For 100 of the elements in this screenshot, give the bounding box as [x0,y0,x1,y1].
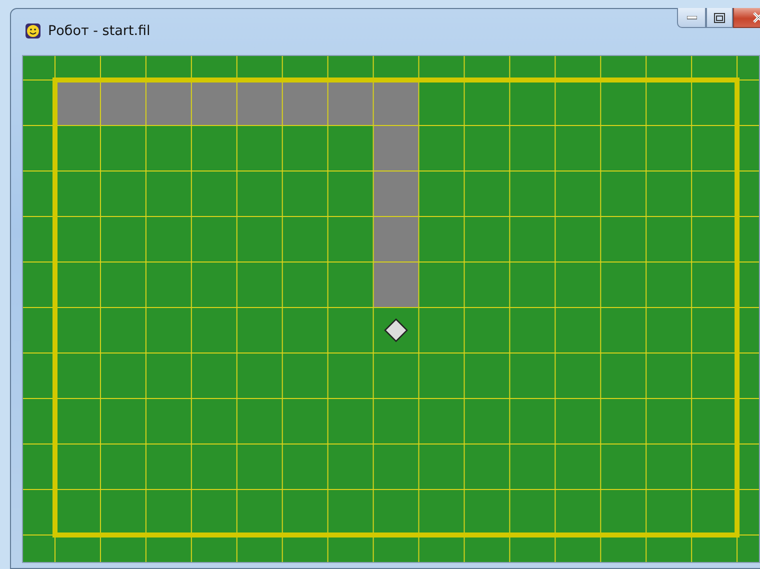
field-cell [146,172,191,216]
field-cell [328,126,373,170]
field-cell [556,262,600,307]
field-cell [646,80,692,125]
field-cell [646,262,692,307]
field-cell [556,399,600,444]
field-cell [282,126,328,170]
field-cell [56,490,100,534]
painted-cell [100,80,146,125]
field-cell [100,262,146,307]
field-cell [601,354,646,398]
painted-cell [374,217,418,262]
maximize-button[interactable] [706,8,733,28]
field-cell [100,308,146,352]
maximize-icon [714,12,725,22]
minimize-icon [686,16,696,20]
field-cell [692,308,737,352]
field-cell [692,399,737,444]
field-cell [692,444,737,489]
field-cell [56,172,100,216]
field-cell [328,217,373,262]
field-cell [601,399,646,444]
field-cell [146,444,191,489]
field-cell [419,354,464,398]
field-cell [237,172,282,216]
field-cell [374,399,418,444]
field-cell [56,399,100,444]
painted-cell [56,80,100,125]
field-cell [192,354,236,398]
field-cell [282,354,328,398]
field-cell [556,126,600,170]
field-cell [100,490,146,534]
field-cell [601,308,646,352]
field-cell [282,399,328,444]
field-cell [192,172,236,216]
field-cell [556,80,600,125]
field-cell [282,217,328,262]
field-cell [282,444,328,489]
field-cell [601,217,646,262]
field-cell [692,354,737,398]
field-cell [192,399,236,444]
field-cell [464,308,510,352]
field-cell [374,490,418,534]
field-cell [464,354,510,398]
field-cell [419,490,464,534]
field-cell [646,217,692,262]
field-cell [146,217,191,262]
field-cell [464,399,510,444]
painted-cell [374,80,418,125]
field-cell [146,354,191,398]
field-cell [192,490,236,534]
field-cell [328,308,373,352]
field-cell [328,490,373,534]
field-cell [146,399,191,444]
field-cell [510,126,555,170]
field-cell [56,262,100,307]
field-cell [237,308,282,352]
field-cell [556,354,600,398]
robot-icon [384,318,408,342]
field-cell [646,308,692,352]
field-cell [419,172,464,216]
field-cell [56,308,100,352]
field-cell [237,126,282,170]
field-cell [646,490,692,534]
field-cell [282,262,328,307]
field-cell [464,490,510,534]
field-cell [328,399,373,444]
field-cell [192,217,236,262]
field-cell [646,399,692,444]
field-cell [374,444,418,489]
field-cell [192,126,236,170]
field-cell [646,354,692,398]
field-cell [692,217,737,262]
field-cell [328,354,373,398]
field-cell [146,126,191,170]
field-cell [192,262,236,307]
field-cell [419,444,464,489]
field-cell [556,217,600,262]
field-cell [510,262,555,307]
field-cell [510,172,555,216]
field-cell [692,172,737,216]
minimize-button[interactable] [677,8,706,28]
field-cell [692,126,737,170]
field-cell [100,172,146,216]
field-cell [692,262,737,307]
field-cell [237,262,282,307]
field-cell [510,444,555,489]
field-cell [464,262,510,307]
field-cell [556,308,600,352]
field-cell [192,444,236,489]
field-cell [646,444,692,489]
field-cell [601,490,646,534]
field-cell [464,126,510,170]
field-cell [464,172,510,216]
field-cell [646,126,692,170]
field-cell [556,172,600,216]
field-cell [100,126,146,170]
field-cell [146,308,191,352]
field-cell [56,126,100,170]
field-cell [237,217,282,262]
